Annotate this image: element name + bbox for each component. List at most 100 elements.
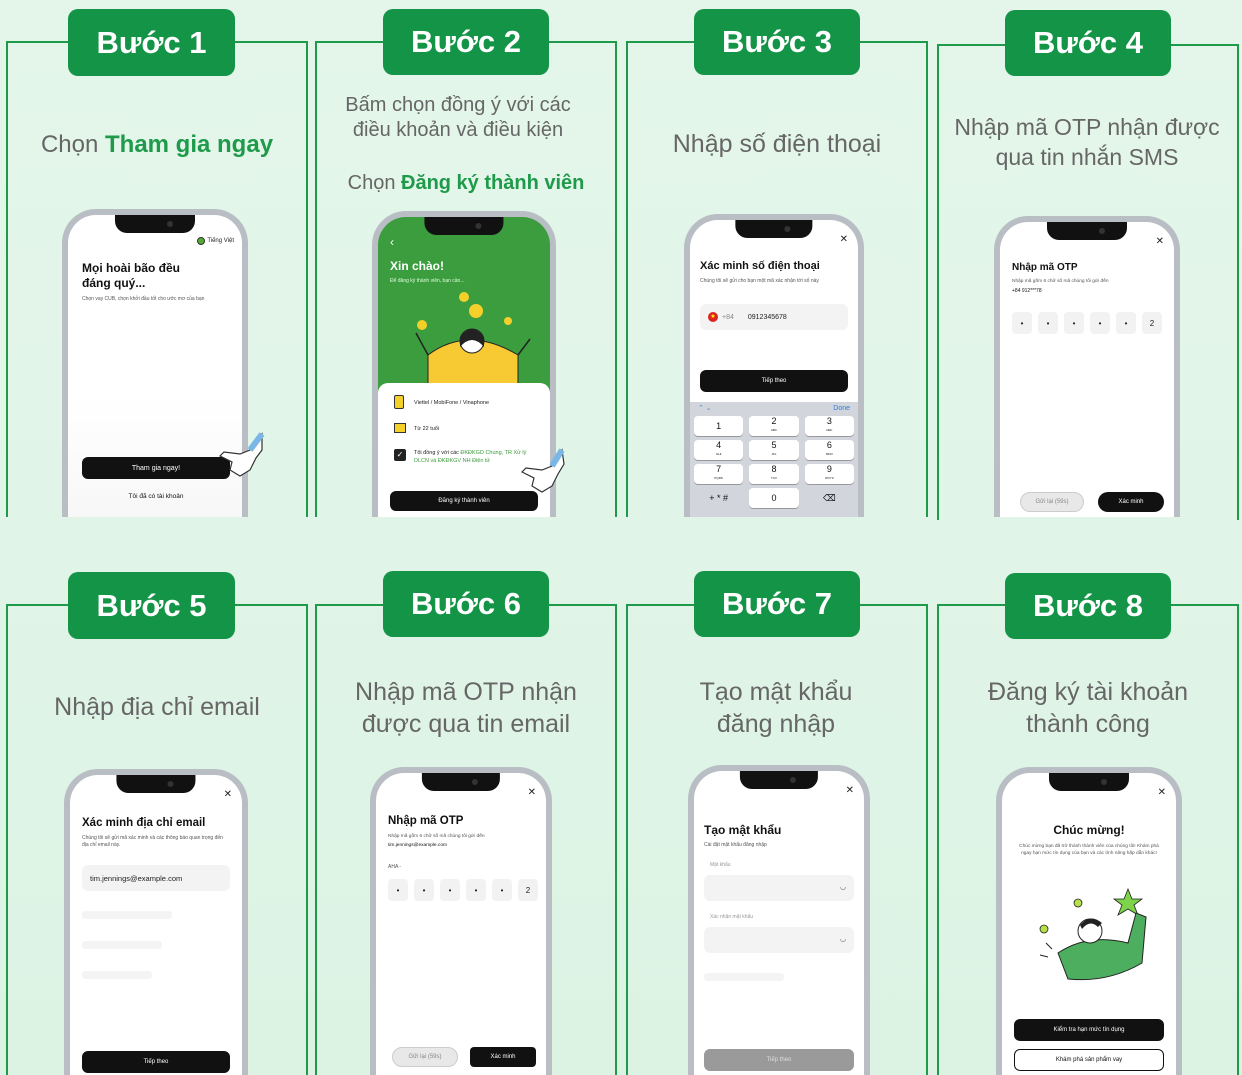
- back-icon[interactable]: ‹: [390, 235, 394, 249]
- resend-button[interactable]: Gửi lại (59s): [1020, 492, 1084, 512]
- keypad-key[interactable]: 4 GHI: [694, 440, 744, 460]
- welcome-subtitle: Chọn vay CUB, chọn khởi đầu tốt cho ước …: [82, 296, 205, 302]
- next-button-disabled[interactable]: Tiếp theo: [704, 1049, 854, 1071]
- step-7-screen: ✕ Tạo mật khẩu Cài đặt mật khẩu đăng nhậ…: [694, 771, 864, 1075]
- otp-digit-box[interactable]: •: [1116, 312, 1136, 334]
- otp-digit-box[interactable]: 2: [1142, 312, 1162, 334]
- otp-digit-box[interactable]: •: [414, 879, 434, 901]
- age-requirement: Từ 22 tuổi: [414, 426, 440, 432]
- step-3-phone: ✕ Xác minh số điện thoại Chúng tôi sẽ gử…: [684, 214, 864, 517]
- verify-phone-subtitle: Chúng tôi sẽ gửi cho bạn một mã xác nhận…: [700, 278, 819, 284]
- country-code[interactable]: +84: [722, 314, 734, 321]
- step-3-desc: Nhập số điện thoại: [672, 130, 882, 158]
- keypad-key[interactable]: ⌫: [805, 488, 854, 508]
- key-digit: 6: [826, 440, 832, 450]
- password-field[interactable]: [704, 875, 854, 901]
- verify-button[interactable]: Xác minh: [1098, 492, 1164, 512]
- key-digit: 2: [771, 416, 777, 426]
- close-icon[interactable]: ✕: [1158, 787, 1166, 798]
- have-account-link[interactable]: Tôi đã có tài khoản: [82, 493, 230, 500]
- keypad-key[interactable]: 6 MNO: [804, 440, 854, 460]
- step-6-desc: Nhập mã OTP nhận được qua tin email: [355, 678, 577, 738]
- next-button[interactable]: Tiếp theo: [82, 1051, 230, 1073]
- otp-digit-box[interactable]: •: [466, 879, 486, 901]
- verify-email-heading: Xác minh địa chỉ email: [82, 817, 206, 829]
- welcome-illustration: [415, 292, 531, 385]
- otp-digit-box[interactable]: 2: [518, 879, 538, 901]
- keyboard-arrows[interactable]: ⌃ ⌄: [698, 404, 712, 412]
- step-4-phone: ✕ Nhập mã OTP Nhập mã gồm 6 chữ số mã ch…: [994, 216, 1180, 517]
- phone-number-field[interactable]: ★ +84 0912345678: [700, 304, 848, 330]
- step-2-desc-terms: Bấm chọn đồng ý với các điều khoản và đi…: [345, 94, 571, 141]
- keyboard-done-button[interactable]: Done: [833, 405, 850, 412]
- close-icon[interactable]: ✕: [1156, 236, 1164, 247]
- keypad-key[interactable]: 3 DEF: [804, 416, 854, 436]
- step-6-badge: Bước 6: [383, 571, 549, 637]
- otp-digit-box[interactable]: •: [1038, 312, 1058, 334]
- eye-off-icon[interactable]: ◡: [840, 883, 846, 891]
- otp-digit-box[interactable]: •: [1012, 312, 1032, 334]
- step-2-badge: Bước 2: [383, 9, 549, 75]
- keypad-key[interactable]: 7 PQRS: [694, 464, 744, 484]
- step-8-screen: ✕ Chúc mừng! Chúc mừng bạn đã trở thành …: [1002, 773, 1176, 1075]
- otp-input[interactable]: • • • • • 2: [388, 879, 538, 901]
- close-icon[interactable]: ✕: [224, 789, 232, 800]
- key-digit: 9: [826, 464, 832, 474]
- greeting-heading: Xin chào!: [390, 259, 445, 273]
- pointing-hand-icon: [218, 432, 265, 477]
- otp-digit-box[interactable]: •: [1090, 312, 1110, 334]
- verify-email-subtitle: Chúng tôi sẽ gửi mã xác minh và các thôn…: [82, 835, 223, 848]
- phone-number-value: 0912345678: [747, 313, 787, 321]
- step-5-phone: ✕ Xác minh địa chỉ email Chúng tôi sẽ gử…: [64, 769, 248, 1075]
- next-button[interactable]: Tiếp theo: [700, 370, 848, 392]
- key-digit: 1: [716, 420, 722, 431]
- keypad-key[interactable]: + * #: [694, 488, 743, 508]
- key-digit: 5: [771, 440, 777, 450]
- check-credit-limit-button[interactable]: Kiểm tra hạn mức tín dụng: [1014, 1019, 1164, 1041]
- keypad-key[interactable]: 2 ABC: [749, 416, 799, 436]
- congrats-heading: Chúc mừng!: [1053, 823, 1125, 837]
- join-now-button[interactable]: Tham gia ngay!: [82, 457, 230, 479]
- otp-digit-box[interactable]: •: [1064, 312, 1084, 334]
- keypad-key[interactable]: 8 TUV: [749, 464, 799, 484]
- create-password-subtitle: Cài đặt mật khẩu đăng nhập: [704, 842, 767, 848]
- keypad-key[interactable]: 1: [694, 416, 744, 436]
- keypad: 1 2 ABC 3 DEF 4 GHI 5 JKL 6 MNO 7 PQRS 8 TUV 9 WXYZ + * #…: [694, 416, 854, 508]
- key-digit: 8: [771, 464, 777, 474]
- close-icon[interactable]: ✕: [840, 234, 848, 245]
- step-3-screen: ✕ Xác minh số điện thoại Chúng tôi sẽ gử…: [690, 220, 858, 517]
- close-icon[interactable]: ✕: [528, 787, 536, 798]
- terms-plain: Tôi đồng ý với các: [414, 450, 461, 456]
- language-selector[interactable]: Tiếng Việt: [197, 237, 234, 245]
- greeting-subtitle: Để đăng ký thành viên, bạn cần...: [390, 278, 465, 284]
- close-icon[interactable]: ✕: [846, 785, 854, 796]
- create-password-heading: Tạo mật khẩu: [704, 823, 782, 837]
- key-digit: 7: [716, 464, 722, 474]
- key-letters: WXYZ: [824, 476, 834, 480]
- keypad-key[interactable]: 9 WXYZ: [804, 464, 854, 484]
- eye-off-icon[interactable]: ◡: [840, 935, 846, 943]
- keypad-key[interactable]: 5 JKL: [749, 440, 799, 460]
- key-letters: DEF: [826, 428, 833, 432]
- step-2-desc-bold: Đăng ký thành viên: [401, 172, 585, 194]
- otp-heading: Nhập mã OTP: [1012, 262, 1078, 273]
- otp-heading: Nhập mã OTP: [388, 815, 464, 827]
- verify-button[interactable]: Xác minh: [470, 1047, 536, 1067]
- step-8-badge: Bước 8: [1005, 573, 1171, 639]
- confirm-password-field[interactable]: [704, 927, 854, 953]
- congrats-subtitle: Chúc mừng bạn đã trở thành thành viên củ…: [1019, 844, 1159, 856]
- step-2-desc: Chọn Đăng ký thành viên: [316, 172, 616, 195]
- password-label: Mật khẩu: [710, 862, 731, 868]
- numeric-keyboard: ⌃ ⌄ Done 1 2 ABC 3 DEF 4 GHI 5 JKL 6 MNO 7 PQRS 8 TUV 9…: [690, 402, 858, 517]
- keypad-key[interactable]: 0: [749, 488, 799, 508]
- otp-digit-box[interactable]: •: [440, 879, 460, 901]
- resend-button[interactable]: Gửi lại (59s): [392, 1047, 458, 1067]
- explore-loans-button[interactable]: Khám phá sản phẩm vay: [1014, 1049, 1164, 1071]
- key-digit: ⌫: [822, 492, 836, 503]
- confirm-password-label: Xác nhận mật khẩu: [710, 914, 754, 920]
- otp-digit-box[interactable]: •: [492, 879, 512, 901]
- otp-input[interactable]: • • • • • 2: [1012, 312, 1162, 334]
- agree-checkbox[interactable]: ✓: [394, 449, 406, 461]
- otp-digit-box[interactable]: •: [388, 879, 408, 901]
- email-field[interactable]: tim.jennings@example.com: [82, 865, 230, 891]
